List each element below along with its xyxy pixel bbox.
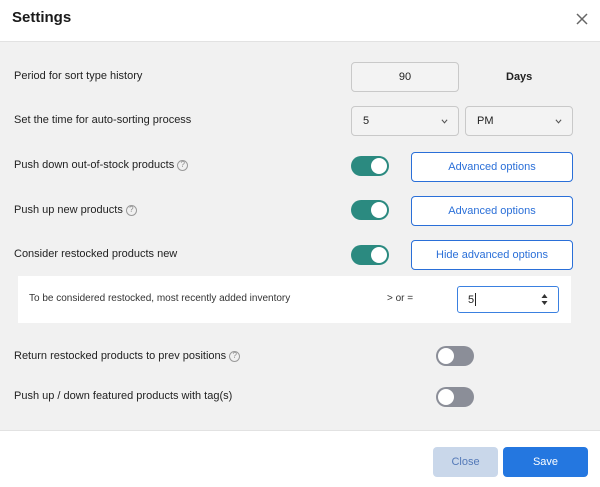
push-up-new-text: Push up new products bbox=[14, 204, 123, 216]
toggle-knob bbox=[438, 389, 454, 405]
push-up-new-advanced-button[interactable]: Advanced options bbox=[411, 196, 573, 226]
return-restocked-toggle[interactable] bbox=[436, 346, 474, 366]
close-icon[interactable] bbox=[574, 11, 590, 27]
sort-history-value: 90 bbox=[398, 71, 412, 83]
push-up-new-toggle[interactable] bbox=[351, 200, 389, 220]
return-restocked-label: Return restocked products to prev positi… bbox=[14, 350, 241, 362]
restocked-new-toggle[interactable] bbox=[351, 245, 389, 265]
chevron-down-icon bbox=[441, 119, 448, 124]
return-restocked-text: Return restocked products to prev positi… bbox=[14, 350, 227, 362]
dialog-footer: Close Save bbox=[0, 430, 600, 487]
settings-body bbox=[0, 43, 600, 430]
question-icon[interactable]: ? bbox=[177, 159, 189, 171]
push-down-oos-toggle[interactable] bbox=[351, 156, 389, 176]
sort-history-input[interactable]: 90 bbox=[351, 62, 459, 92]
featured-tags-toggle[interactable] bbox=[436, 387, 474, 407]
hide-advanced-options-button[interactable]: Hide advanced options bbox=[411, 240, 573, 270]
push-down-oos-advanced-button[interactable]: Advanced options bbox=[411, 152, 573, 182]
featured-tags-label: Push up / down featured products with ta… bbox=[14, 390, 233, 402]
hour-select-value: 5 bbox=[363, 115, 370, 127]
question-icon[interactable]: ? bbox=[125, 204, 137, 216]
text-caret bbox=[475, 293, 477, 306]
restocked-threshold-input[interactable]: 5 bbox=[457, 286, 559, 313]
save-button[interactable]: Save bbox=[503, 447, 588, 477]
days-unit-label: Days bbox=[506, 71, 533, 83]
restocked-advanced-panel: To be considered restocked, most recentl… bbox=[18, 276, 571, 323]
period-select-value: PM bbox=[477, 115, 494, 127]
toggle-knob bbox=[371, 202, 387, 218]
toggle-knob bbox=[371, 247, 387, 263]
period-select[interactable]: PM bbox=[465, 106, 573, 136]
chevron-down-icon bbox=[555, 119, 562, 124]
dialog-header: Settings bbox=[0, 0, 600, 42]
auto-sort-time-label: Set the time for auto-sorting process bbox=[14, 114, 192, 126]
operator-label: > or = bbox=[387, 293, 414, 304]
question-icon[interactable]: ? bbox=[229, 350, 241, 362]
spinner-icon[interactable] bbox=[541, 292, 548, 307]
restocked-new-label: Consider restocked products new bbox=[14, 248, 178, 260]
close-button[interactable]: Close bbox=[433, 447, 498, 477]
sort-history-label: Period for sort type history bbox=[14, 70, 143, 82]
push-down-oos-text: Push down out-of-stock products bbox=[14, 159, 175, 171]
dialog-title: Settings bbox=[12, 9, 72, 26]
toggle-knob bbox=[371, 158, 387, 174]
hour-select[interactable]: 5 bbox=[351, 106, 459, 136]
toggle-knob bbox=[438, 348, 454, 364]
restocked-threshold-value: 5 bbox=[468, 293, 475, 306]
restocked-threshold-label: To be considered restocked, most recentl… bbox=[29, 293, 291, 304]
push-up-new-label: Push up new products ? bbox=[14, 204, 137, 216]
push-down-oos-label: Push down out-of-stock products ? bbox=[14, 159, 189, 171]
